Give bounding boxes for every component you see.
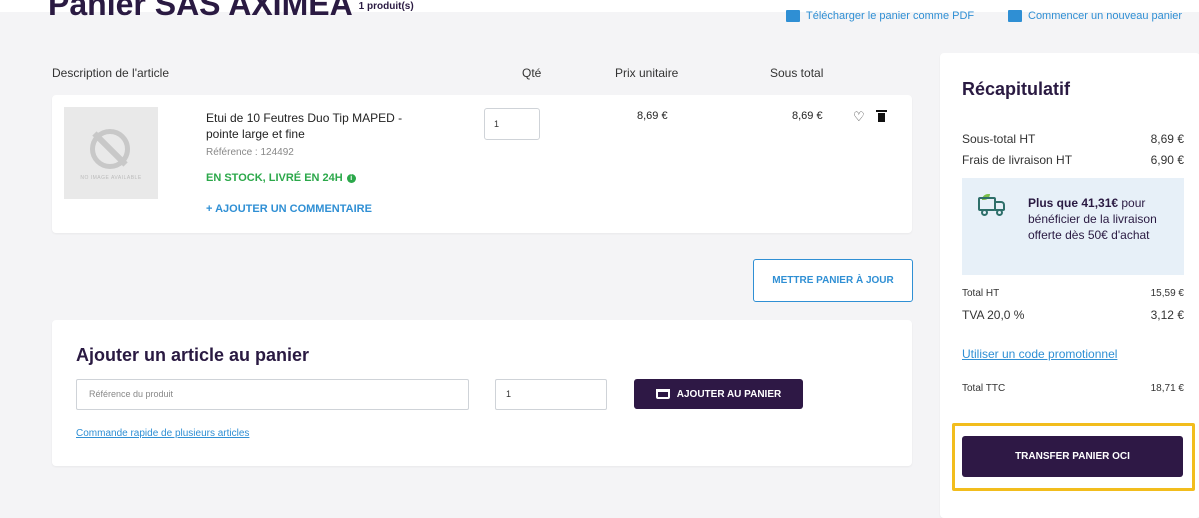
add-to-cart-label: AJOUTER AU PANIER — [676, 388, 782, 400]
item-subtotal: 8,69 € — [792, 110, 823, 122]
col-qty: Qté — [522, 66, 542, 80]
add-cart-icon — [1008, 10, 1022, 22]
add-to-cart-button[interactable]: AJOUTER AU PANIER — [634, 379, 803, 409]
total-ht-value: 15,59 € — [1150, 288, 1184, 299]
tva-row: TVA 20,0 % 3,12 € — [962, 308, 1184, 322]
shipping-row: Frais de livraison HT 6,90 € — [962, 153, 1184, 167]
subtotal-label: Sous-total HT — [962, 132, 1036, 146]
page-title: Panier SAS AXIMEA 1 produit(s) — [48, 0, 414, 23]
item-quantity-input[interactable]: 1 — [484, 108, 540, 140]
total-ttc-row: Total TTC 18,71 € — [962, 383, 1184, 394]
info-icon[interactable]: i — [346, 173, 356, 183]
total-ht-label: Total HT — [962, 288, 1000, 299]
product-reference: Référence : 124492 — [206, 147, 294, 158]
tva-value: 3,12 € — [1150, 308, 1184, 322]
product-name[interactable]: Etui de 10 Feutres Duo Tip MAPED - point… — [206, 110, 436, 142]
total-ttc-value: 18,71 € — [1150, 383, 1184, 394]
new-cart-label: Commencer un nouveau panier — [1028, 10, 1183, 22]
item-unit-price: 8,69 € — [637, 110, 668, 122]
stock-status: EN STOCK, LIVRÉ EN 24H i — [206, 172, 356, 184]
new-cart-link[interactable]: Commencer un nouveau panier — [1008, 10, 1182, 22]
delete-trash-icon[interactable] — [876, 110, 887, 122]
quick-order-link[interactable]: Commande rapide de plusieurs articles — [76, 428, 249, 439]
favorite-heart-icon[interactable]: ♡ — [853, 109, 865, 125]
delivery-truck-icon — [978, 194, 1008, 216]
add-article-title: Ajouter un article au panier — [76, 345, 310, 365]
col-subtotal: Sous total — [770, 66, 824, 80]
cart-title: Panier SAS AXIMEA — [48, 0, 353, 22]
update-cart-button[interactable]: METTRE PANIER À JOUR — [753, 259, 913, 302]
col-unit-price: Prix unitaire — [615, 66, 679, 80]
subtotal-value: 8,69 € — [1150, 132, 1184, 146]
download-pdf-link[interactable]: Télécharger le panier comme PDF — [786, 10, 974, 22]
shipping-value: 6,90 € — [1150, 153, 1184, 167]
total-ht-row: Total HT 15,59 € — [962, 288, 1184, 299]
summary-title: Récapitulatif — [962, 79, 1071, 99]
add-comment-link[interactable]: + AJOUTER UN COMMENTAIRE — [206, 203, 372, 215]
product-image: NO IMAGE AVAILABLE — [64, 107, 158, 199]
document-icon — [786, 10, 800, 22]
cart-icon — [655, 389, 670, 399]
subtotal-row: Sous-total HT 8,69 € — [962, 132, 1184, 146]
product-count: 1 produit(s) — [358, 1, 414, 13]
cart-item-card — [52, 95, 912, 233]
stock-label: EN STOCK, LIVRÉ EN 24H — [206, 172, 343, 184]
free-shipping-text: Plus que 41,31€ pour bénéficier de la li… — [1028, 195, 1168, 243]
product-reference-input[interactable]: Référence du produit — [76, 379, 469, 410]
shipping-label: Frais de livraison HT — [962, 153, 1073, 167]
download-pdf-label: Télécharger le panier comme PDF — [806, 10, 975, 22]
transfer-oci-button[interactable]: TRANSFER PANIER OCI — [962, 436, 1183, 477]
col-description: Description de l'article — [52, 66, 170, 80]
no-image-caption: NO IMAGE AVAILABLE — [80, 175, 142, 181]
free-shipping-amount: Plus que 41,31€ — [1028, 196, 1119, 210]
add-quantity-input[interactable]: 1 — [495, 379, 607, 410]
promo-code-link[interactable]: Utiliser un code promotionnel — [962, 347, 1117, 361]
tva-label: TVA 20,0 % — [962, 308, 1025, 322]
total-ttc-label: Total TTC — [962, 383, 1006, 394]
